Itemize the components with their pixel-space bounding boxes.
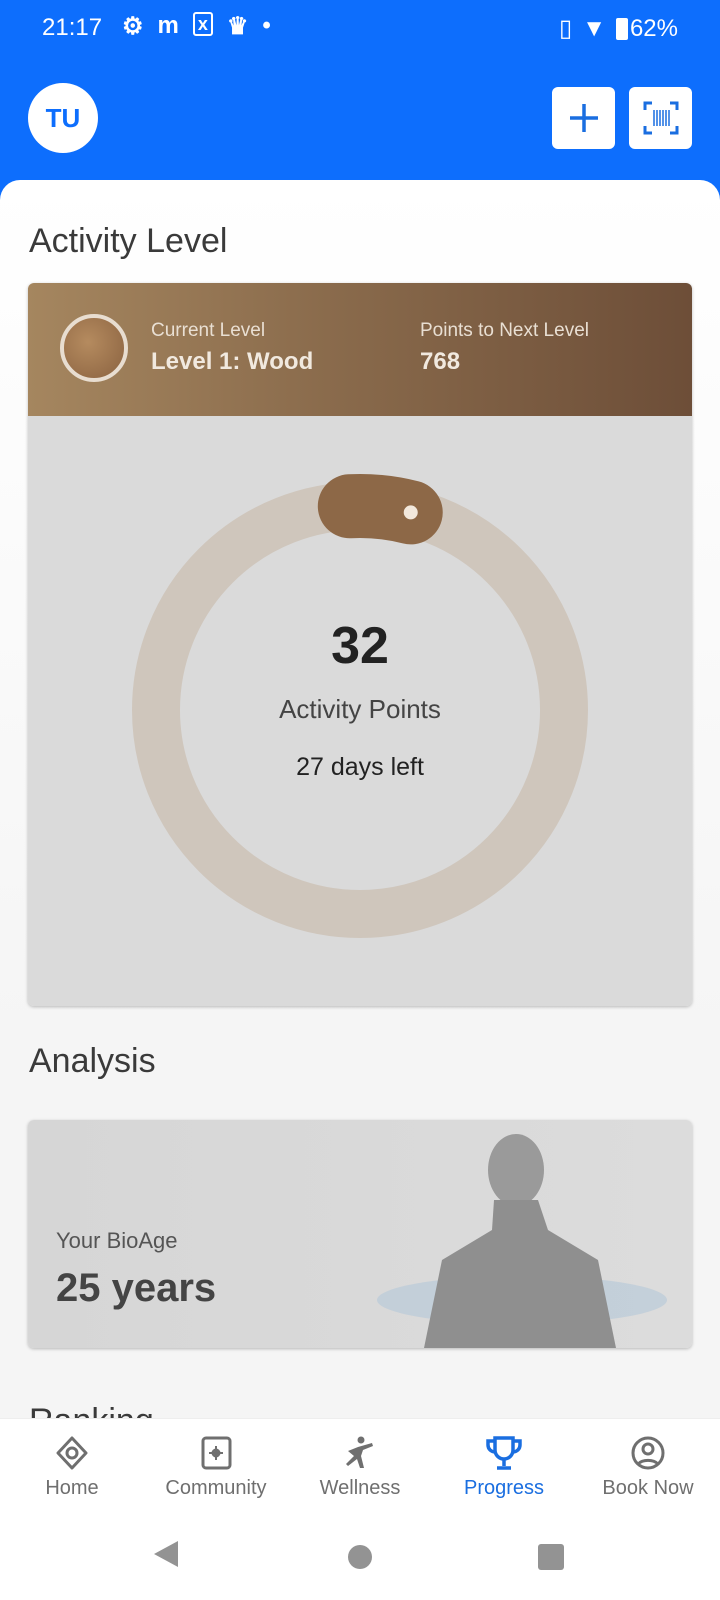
battery-icon: [615, 17, 628, 40]
plus-icon: [569, 104, 598, 132]
gear-icon: ⚙: [122, 13, 144, 40]
add-button[interactable]: [552, 87, 615, 149]
analysis-title: Analysis: [29, 1042, 156, 1080]
nav-label: Book Now: [602, 1477, 694, 1499]
sim-icon: x: [192, 12, 213, 36]
home-icon[interactable]: [348, 1545, 372, 1569]
system-nav-bar: [0, 1540, 720, 1580]
current-level-value: Level 1: Wood: [151, 348, 314, 375]
activity-ring-area: 32 Activity Points 27 days left: [28, 416, 692, 1006]
nav-progress[interactable]: Progress: [432, 1419, 576, 1500]
ring-knob: [403, 505, 418, 520]
activity-level-card[interactable]: Current Level Level 1: Wood Points to Ne…: [28, 283, 692, 1006]
wellness-icon: [346, 1436, 373, 1468]
battery-percent: 62%: [629, 14, 678, 42]
days-left: 27 days left: [296, 753, 424, 781]
avatar[interactable]: TU: [28, 83, 98, 153]
content-sheet: Activity Level Current Level Level 1: Wo…: [0, 180, 720, 1600]
recents-icon[interactable]: [538, 1544, 564, 1570]
wifi-icon: ▼: [582, 14, 606, 42]
level-header: Current Level Level 1: Wood Points to Ne…: [28, 283, 692, 416]
barcode-scan-icon: [643, 101, 678, 135]
home-diamond-icon: [56, 1436, 88, 1470]
bioage-label: Your BioAge: [56, 1228, 178, 1253]
status-bar: 21:17 ⚙ m x ♛ • ▯ ▼ 62%: [0, 0, 720, 56]
trophy-icon: [486, 1436, 522, 1470]
nav-label: Home: [45, 1477, 99, 1499]
nav-label: Community: [165, 1477, 267, 1499]
next-level-points: 768: [420, 348, 461, 375]
m-icon: m: [157, 12, 179, 39]
bioage-card[interactable]: Your BioAge 25 years: [28, 1120, 692, 1348]
notification-icons: ⚙ m x ♛ •: [122, 12, 271, 41]
nav-community[interactable]: Community: [144, 1419, 288, 1500]
nav-label: Progress: [463, 1477, 545, 1499]
crown-icon: ♛: [226, 13, 249, 40]
next-level-label: Points to Next Level: [420, 320, 589, 341]
current-level-label: Current Level: [151, 320, 266, 341]
athlete-image: [377, 1134, 667, 1348]
bioage-value: 25 years: [56, 1266, 217, 1310]
activity-points-value: 32: [331, 617, 389, 675]
scan-button[interactable]: [629, 87, 692, 149]
ring-progress: [317, 474, 443, 545]
activity-level-title: Activity Level: [29, 222, 228, 260]
activity-points-label: Activity Points: [279, 694, 441, 724]
nav-book-now[interactable]: Book Now: [576, 1419, 720, 1500]
vibrate-icon: ▯: [558, 15, 573, 42]
account-circle-icon: [631, 1436, 665, 1470]
nav-label: Wellness: [319, 1477, 401, 1499]
nav-wellness[interactable]: Wellness: [288, 1419, 432, 1500]
dot-icon: •: [262, 12, 271, 39]
back-icon[interactable]: [154, 1541, 178, 1567]
nav-home[interactable]: Home: [0, 1419, 144, 1500]
wood-badge-icon: [60, 314, 128, 382]
clock: 21:17: [42, 14, 103, 41]
community-icon: [201, 1436, 232, 1470]
